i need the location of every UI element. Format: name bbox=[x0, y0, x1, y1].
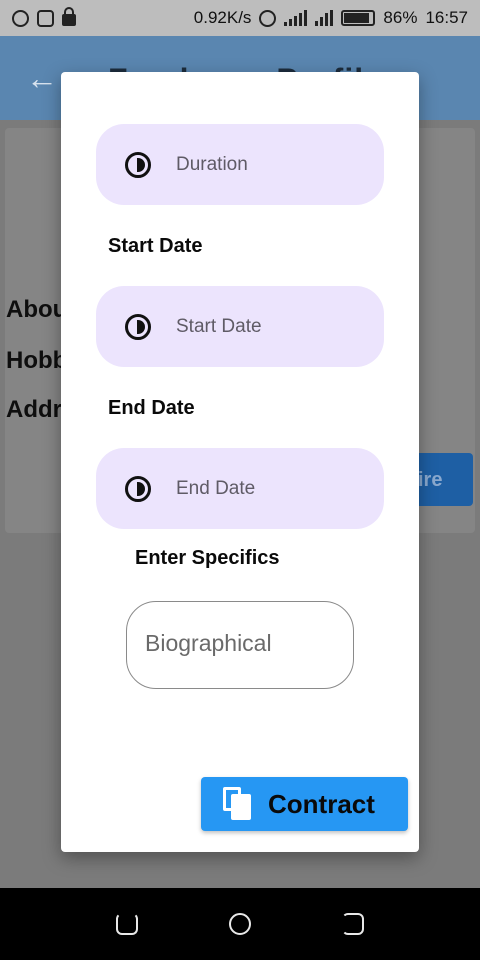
battery-icon bbox=[341, 10, 376, 26]
hobbies-label: Hobb bbox=[6, 347, 68, 374]
specifics-input[interactable]: Biographical bbox=[126, 601, 354, 689]
contract-button[interactable]: Contract bbox=[201, 777, 408, 831]
document-copy-icon bbox=[223, 787, 253, 821]
clock-time: 16:57 bbox=[425, 8, 468, 27]
cell-signal-icon bbox=[315, 10, 334, 26]
status-bar: 0.92K/s 86% 16:57 bbox=[0, 0, 480, 36]
duration-picker[interactable]: Duration bbox=[96, 124, 384, 205]
end-date-picker[interactable]: End Date bbox=[96, 448, 384, 529]
end-date-heading: End Date bbox=[108, 397, 195, 419]
start-date-heading: Start Date bbox=[108, 235, 203, 257]
contract-dialog: Duration Start Date Start Date End Date … bbox=[61, 72, 419, 852]
clock-icon bbox=[125, 313, 151, 340]
alarm-icon bbox=[259, 9, 277, 27]
address-label: Addr bbox=[6, 396, 62, 423]
home-icon[interactable] bbox=[228, 913, 251, 935]
clock-icon bbox=[125, 475, 151, 502]
whatsapp-icon bbox=[12, 9, 29, 27]
clock-icon bbox=[125, 151, 151, 178]
navigation-bar bbox=[0, 888, 480, 960]
start-date-placeholder: Start Date bbox=[176, 315, 262, 337]
start-date-picker[interactable]: Start Date bbox=[96, 286, 384, 367]
image-icon bbox=[37, 9, 54, 27]
wifi-signal-icon bbox=[284, 10, 308, 26]
network-speed: 0.92K/s bbox=[193, 8, 252, 27]
contract-button-label: Contract bbox=[268, 788, 375, 819]
back-arrow-icon[interactable]: ← bbox=[26, 60, 58, 97]
specifics-heading: Enter Specifics bbox=[135, 547, 280, 569]
recents-icon[interactable] bbox=[115, 913, 138, 935]
status-left bbox=[12, 7, 76, 27]
status-right: 0.92K/s 86% 16:57 bbox=[194, 8, 468, 28]
back-icon[interactable] bbox=[342, 913, 365, 935]
lock-icon bbox=[62, 7, 76, 26]
battery-percent: 86% bbox=[383, 8, 418, 27]
duration-placeholder: Duration bbox=[176, 153, 248, 175]
end-date-placeholder: End Date bbox=[176, 477, 256, 499]
